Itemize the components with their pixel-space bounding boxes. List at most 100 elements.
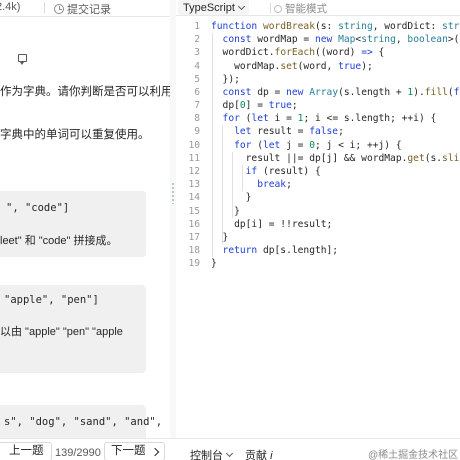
line-number: 17 — [188, 231, 200, 243]
example-3: s", "dog", "sand", "and", — [0, 405, 162, 438]
code-line[interactable]: 5 }); — [176, 73, 460, 86]
code-line[interactable]: 19} — [176, 257, 460, 270]
drag-handle-icon[interactable] — [172, 182, 174, 204]
line-number: 1 — [194, 21, 200, 32]
code-text[interactable]: dp[0] = true; — [211, 99, 298, 112]
code-text[interactable]: for (let j = 0; j < i; ++j) { — [211, 139, 402, 152]
indent-guide — [222, 125, 223, 245]
code-text[interactable]: }); — [211, 73, 240, 86]
line-number: 9 — [194, 126, 200, 138]
example-2-input: "apple", "pen"] — [4, 294, 99, 306]
code-line[interactable]: 12 if (result) { — [176, 165, 460, 178]
smart-mode-toggle[interactable]: 智能模式 — [274, 1, 327, 16]
smart-mode-label: 智能模式 — [285, 3, 327, 15]
prev-problem-button[interactable]: 上一题 — [0, 442, 52, 460]
example-2: "apple", "pen"] 以由 "apple" "pen" "apple — [0, 285, 146, 373]
line-number: 8 — [194, 113, 200, 125]
code-line[interactable]: 7 dp[0] = true; — [176, 99, 460, 112]
problem-index: 139/2990 — [55, 447, 101, 459]
line-number: 16 — [188, 218, 200, 230]
code-line[interactable]: 8 for (let i = 1; i <= s.length; ++i) { — [176, 112, 460, 125]
code-text[interactable]: const dp = new Array(s.length + 1).fill(… — [211, 86, 460, 99]
code-line[interactable]: 3 wordDict.forEach((word) => { — [176, 46, 460, 59]
line-number: 5 — [194, 73, 200, 85]
line-number: 3 — [194, 47, 200, 59]
example-1-explanation: leet" 和 "code" 拼接成。 — [0, 235, 118, 247]
line-number: 4 — [194, 60, 200, 72]
code-line[interactable]: 16 dp[i] = !!result; — [176, 218, 460, 231]
code-text[interactable]: } — [211, 205, 240, 218]
tab-divider — [44, 2, 45, 13]
indent-guide — [232, 151, 233, 218]
indent-guide — [242, 164, 243, 192]
next-problem-button[interactable]: 下一题 — [104, 442, 165, 460]
code-text[interactable]: if (result) { — [211, 165, 321, 178]
example-1: ", "code"] leet" 和 "code" 拼接成。 — [0, 191, 146, 257]
example-1-input: ", "code"] — [6, 202, 70, 214]
console-label: 控制台 — [190, 450, 223, 460]
line-number: 15 — [188, 205, 200, 217]
code-text[interactable]: return dp[s.length]; — [211, 244, 339, 257]
tab-solutions-count[interactable]: 2.4k) — [0, 1, 20, 13]
code-line[interactable]: 13 break; — [176, 178, 460, 191]
tab-submissions-label: 提交记录 — [67, 4, 111, 16]
code-text[interactable]: let result = false; — [211, 125, 344, 138]
comment-icon[interactable] — [18, 54, 27, 65]
line-number: 19 — [188, 258, 200, 270]
code-text[interactable]: wordMap.set(word, true); — [211, 60, 373, 73]
line-number: 2 — [194, 34, 200, 46]
description-line-1: 作为字典。请你判断是否可以利用字 — [0, 86, 170, 98]
chevron-down-icon — [237, 2, 246, 10]
contribute-button[interactable]: 贡献 i — [245, 447, 273, 460]
language-label: TypeScript — [183, 1, 235, 14]
line-number: 7 — [194, 100, 200, 112]
line-number: 12 — [188, 165, 200, 177]
code-text[interactable]: } — [211, 231, 229, 244]
clock-icon — [54, 4, 64, 14]
code-line[interactable]: 1 function wordBreak(s: string, wordDict:… — [176, 20, 460, 33]
code-panel: TypeScript 智能模式 1 function wordBreak(s: s… — [176, 0, 460, 438]
code-line[interactable]: 6 const dp = new Array(s.length + 1).fil… — [176, 86, 460, 99]
code-text[interactable]: function wordBreak(s: string, wordDict: … — [211, 20, 460, 33]
code-line[interactable]: 9 let result = false; — [176, 125, 460, 138]
code-line[interactable]: 11 result ||= dp[j] && wordMap.get(s.sli… — [176, 152, 460, 165]
line-number: 6 — [194, 86, 200, 98]
code-line[interactable]: 2 const wordMap = new Map<string, boolea… — [176, 33, 460, 46]
code-text[interactable]: for (let i = 1; i <= s.length; ++i) { — [211, 112, 437, 125]
line-number: 13 — [188, 179, 200, 191]
line-number: 18 — [188, 245, 200, 257]
code-text[interactable]: wordDict.forEach((word) => { — [211, 46, 385, 59]
code-text[interactable]: break; — [211, 178, 292, 191]
toolbar-divider — [270, 3, 271, 13]
toggle-icon — [274, 4, 282, 13]
code-text[interactable]: } — [211, 257, 217, 270]
code-text[interactable]: result ||= dp[j] && wordMap.get(s.slice(… — [211, 152, 460, 165]
problem-tabs: 2.4k) 提交记录 — [0, 0, 170, 17]
line-number: 14 — [188, 192, 200, 204]
description-line-2: 字典中的单词可以重复使用。 — [0, 129, 150, 141]
contribute-label: 贡献 — [245, 450, 267, 460]
code-line[interactable]: 4 wordMap.set(word, true); — [176, 60, 460, 73]
problem-panel: 2.4k) 提交记录 作为字典。请你判断是否可以利用字 字典中的单词可以重复使用… — [0, 0, 170, 438]
line-number: 11 — [188, 152, 200, 164]
code-text[interactable]: dp[i] = !!result; — [211, 218, 332, 231]
code-line[interactable]: 15 } — [176, 205, 460, 218]
tab-submissions[interactable]: 提交记录 — [54, 1, 111, 17]
code-line[interactable]: 17 } — [176, 231, 460, 244]
example-3-input: s", "dog", "sand", "and", — [4, 416, 163, 428]
code-text[interactable]: const wordMap = new Map<string, boolean>… — [211, 33, 460, 46]
code-line[interactable]: 10 for (let j = 0; j < i; ++j) { — [176, 139, 460, 152]
next-problem-label: 下一题 — [111, 445, 146, 457]
contribute-info-icon: i — [270, 450, 273, 460]
chevron-right-icon — [150, 447, 159, 456]
indent-guide — [212, 33, 213, 258]
chevron-down-icon — [225, 449, 234, 458]
watermark: @稀土掘金技术社区 — [368, 450, 459, 460]
bottom-bar: 上一题 139/2990 下一题 控制台 贡献 i @稀土掘金技术社区 — [0, 438, 460, 460]
code-line[interactable]: 14 } — [176, 191, 460, 204]
line-number: 10 — [188, 139, 200, 151]
example-2-explanation: 以由 "apple" "pen" "apple — [0, 326, 123, 338]
language-select[interactable]: TypeScript — [178, 0, 249, 15]
code-line[interactable]: 18 return dp[s.length]; — [176, 244, 460, 257]
console-button[interactable]: 控制台 — [190, 447, 234, 460]
